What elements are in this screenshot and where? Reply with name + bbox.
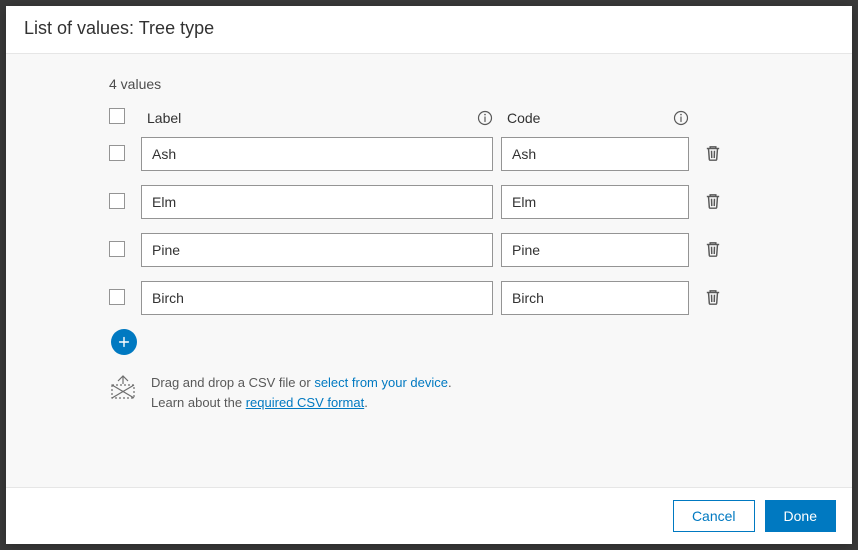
code-input[interactable]: [501, 137, 689, 171]
code-input[interactable]: [501, 185, 689, 219]
label-input[interactable]: [141, 233, 493, 267]
select-all-checkbox[interactable]: [109, 108, 125, 124]
dialog-title: List of values: Tree type: [24, 18, 834, 39]
code-input[interactable]: [501, 233, 689, 267]
value-row: [109, 233, 749, 267]
done-button[interactable]: Done: [765, 500, 836, 532]
list-of-values-dialog: List of values: Tree type 4 values Label: [6, 6, 852, 544]
info-icon[interactable]: [477, 110, 493, 126]
label-input[interactable]: [141, 185, 493, 219]
dialog-header: List of values: Tree type: [6, 6, 852, 54]
csv-upload-icon: [109, 373, 137, 401]
select-from-device-link[interactable]: select from your device: [314, 375, 448, 390]
row-checkbox[interactable]: [109, 145, 125, 161]
delete-row-button[interactable]: [703, 287, 723, 307]
row-checkbox[interactable]: [109, 289, 125, 305]
value-row: [109, 137, 749, 171]
info-icon[interactable]: [673, 110, 689, 126]
csv-help-text: Drag and drop a CSV file or select from …: [151, 373, 452, 413]
values-count: 4 values: [109, 76, 749, 92]
csv-format-link[interactable]: required CSV format: [246, 395, 365, 410]
code-input[interactable]: [501, 281, 689, 315]
row-checkbox[interactable]: [109, 193, 125, 209]
dialog-body: 4 values Label: [6, 54, 852, 487]
delete-row-button[interactable]: [703, 239, 723, 259]
label-input[interactable]: [141, 281, 493, 315]
csv-upload-section: Drag and drop a CSV file or select from …: [109, 373, 749, 413]
column-header-row: Label Code: [109, 108, 749, 127]
row-checkbox[interactable]: [109, 241, 125, 257]
add-value-button[interactable]: [111, 329, 137, 355]
label-column-title: Label: [141, 110, 181, 126]
dialog-footer: Cancel Done: [6, 487, 852, 544]
label-input[interactable]: [141, 137, 493, 171]
cancel-button[interactable]: Cancel: [673, 500, 755, 532]
value-row: [109, 185, 749, 219]
value-row: [109, 281, 749, 315]
code-column-title: Code: [501, 110, 540, 126]
delete-row-button[interactable]: [703, 191, 723, 211]
delete-row-button[interactable]: [703, 143, 723, 163]
